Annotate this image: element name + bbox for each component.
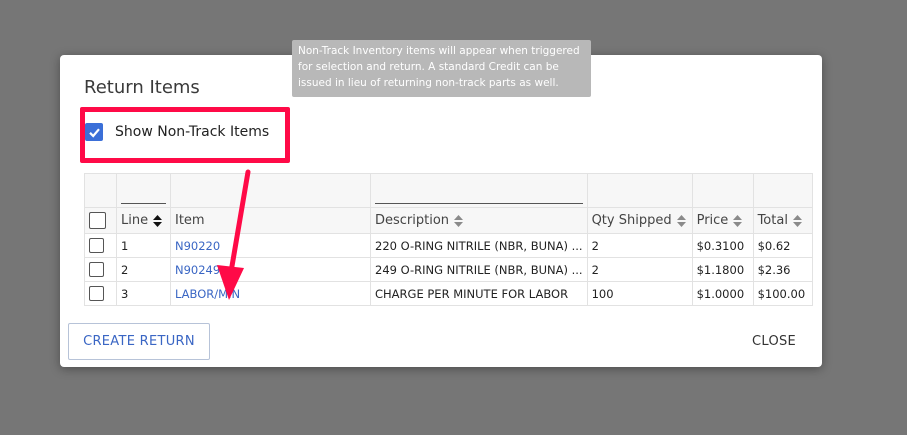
create-return-button[interactable]: CREATE RETURN (68, 323, 210, 360)
row-checkbox[interactable] (89, 238, 104, 253)
row-checkbox[interactable] (89, 262, 104, 277)
item-link[interactable]: LABOR/MIN (170, 281, 371, 306)
cell-description: 249 O-RING NITRILE (NBR, BUNA) ... (370, 257, 588, 282)
column-header-qty-shipped[interactable]: Qty Shipped (586, 207, 693, 234)
row-checkbox[interactable] (89, 286, 104, 301)
column-header-description[interactable]: Description (370, 207, 588, 234)
select-all-checkbox[interactable] (89, 212, 106, 229)
sort-icon[interactable] (153, 214, 163, 227)
cell-price: $0.3100 (691, 233, 754, 258)
column-header-item[interactable]: Item (170, 207, 371, 234)
filter-description[interactable] (370, 173, 588, 208)
cell-price: $1.1800 (691, 257, 754, 282)
return-items-table: Line Item Description Qty Shipped Price … (84, 173, 813, 306)
cell-total: $2.36 (752, 257, 813, 282)
column-header-total[interactable]: Total (752, 207, 813, 234)
table-row[interactable]: 1 N90220 220 O-RING NITRILE (NBR, BUNA) … (84, 233, 813, 258)
sort-icon[interactable] (792, 214, 802, 227)
table-row[interactable]: 2 N90249 249 O-RING NITRILE (NBR, BUNA) … (84, 257, 813, 282)
cell-price: $1.0000 (691, 281, 754, 306)
non-track-tooltip: Non-Track Inventory items will appear wh… (292, 40, 591, 97)
item-link[interactable]: N90249 (170, 257, 371, 282)
sort-icon[interactable] (454, 214, 464, 227)
cell-qty-shipped: 2 (586, 257, 693, 282)
cell-total: $100.00 (752, 281, 813, 306)
cell-qty-shipped: 2 (586, 233, 693, 258)
column-header-price[interactable]: Price (691, 207, 754, 234)
cell-total: $0.62 (752, 233, 813, 258)
cell-line: 2 (116, 257, 171, 282)
sort-icon[interactable] (676, 214, 686, 227)
filter-row (84, 173, 813, 208)
close-button[interactable]: CLOSE (752, 330, 796, 352)
table-row[interactable]: 3 LABOR/MIN CHARGE PER MINUTE FOR LABOR … (84, 281, 813, 306)
annotation-highlight-box (80, 107, 290, 163)
column-header-line[interactable]: Line (116, 207, 171, 234)
cell-line: 3 (116, 281, 171, 306)
item-link[interactable]: N90220 (170, 233, 371, 258)
dialog-title: Return Items (84, 77, 200, 98)
header-row: Line Item Description Qty Shipped Price … (84, 207, 813, 234)
cell-qty-shipped: 100 (586, 281, 693, 306)
cell-description: CHARGE PER MINUTE FOR LABOR (370, 281, 588, 306)
filter-line[interactable] (116, 173, 171, 208)
cell-description: 220 O-RING NITRILE (NBR, BUNA) ... (370, 233, 588, 258)
sort-icon[interactable] (733, 214, 743, 227)
cell-line: 1 (116, 233, 171, 258)
